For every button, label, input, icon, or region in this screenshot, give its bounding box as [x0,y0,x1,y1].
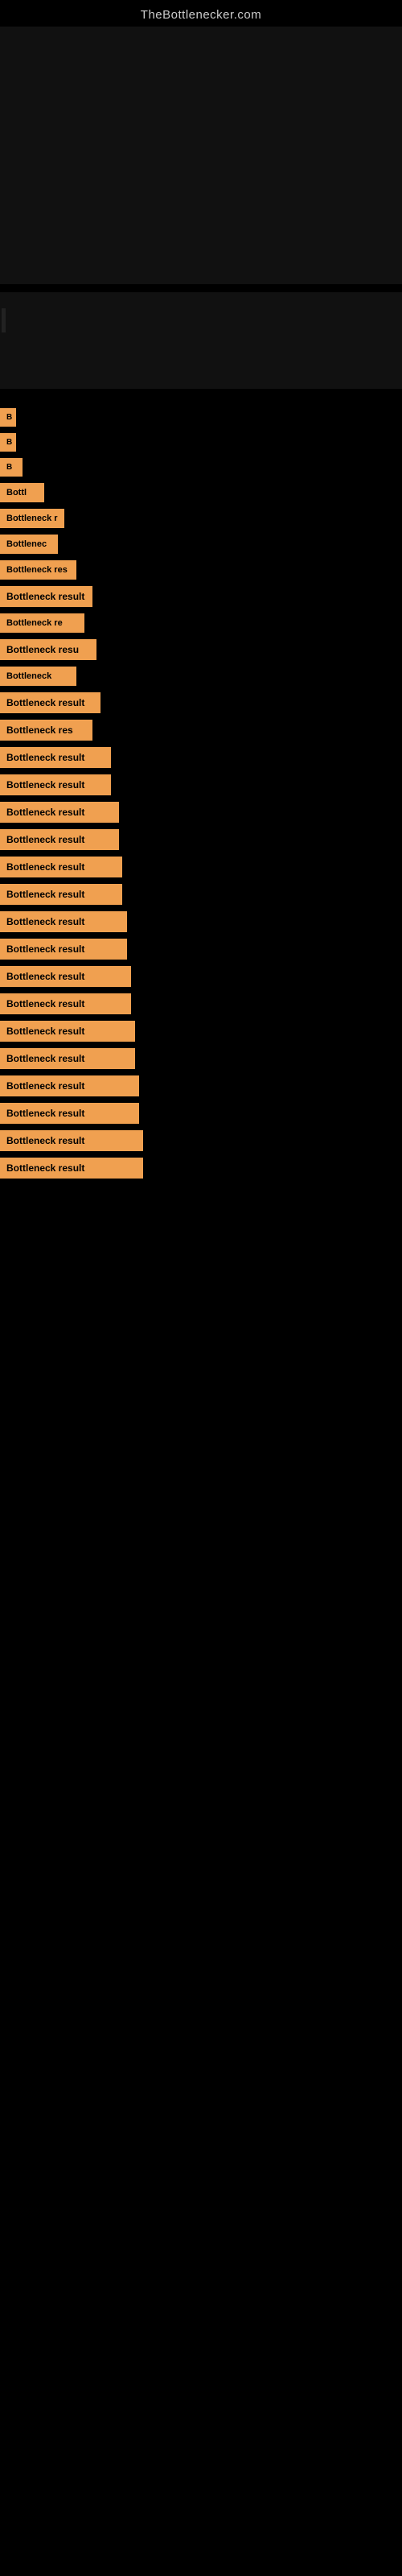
list-item: Bottleneck result [0,583,402,610]
bottleneck-result-label: Bottleneck [0,667,76,686]
bottleneck-result-label: B [0,408,16,427]
indicator-bar [2,308,6,332]
bottleneck-result-label: Bottleneck result [0,802,119,823]
bottleneck-result-label: Bottleneck result [0,1130,143,1151]
list-item: Bottleneck resu [0,636,402,663]
bottleneck-result-label: Bottleneck result [0,692,100,713]
bottleneck-result-label: B [0,433,16,452]
bottleneck-result-label: Bottleneck res [0,560,76,580]
bottleneck-result-label: Bottleneck r [0,509,64,528]
list-item: Bottleneck [0,663,402,689]
bottleneck-result-label: Bottleneck result [0,939,127,960]
list-item: Bottleneck result [0,1154,402,1182]
bottleneck-result-label: B [0,458,23,477]
bottleneck-result-label: Bottl [0,483,44,502]
list-item: Bottleneck res [0,716,402,744]
list-item: Bottleneck result [0,689,402,716]
bottleneck-result-label: Bottlenec [0,535,58,554]
bottleneck-result-label: Bottleneck result [0,774,111,795]
top-chart-area [0,27,402,284]
bottleneck-result-label: Bottleneck result [0,829,119,850]
list-item: Bottleneck result [0,744,402,771]
mid-area [0,292,402,389]
bottleneck-result-label: Bottleneck result [0,911,127,932]
list-item: B [0,405,402,430]
list-item: Bottleneck result [0,826,402,853]
list-item: Bottleneck result [0,1127,402,1154]
list-item: Bottleneck result [0,1100,402,1127]
bottleneck-result-label: Bottleneck result [0,1158,143,1179]
bottleneck-result-label: Bottleneck result [0,966,131,987]
bottleneck-result-label: Bottleneck result [0,586,92,607]
list-item: Bottleneck result [0,935,402,963]
list-item: Bottleneck r [0,506,402,531]
bottleneck-result-label: Bottleneck res [0,720,92,741]
bottleneck-result-label: Bottleneck result [0,884,122,905]
bottleneck-result-label: Bottleneck result [0,1103,139,1124]
list-item: Bottleneck result [0,990,402,1018]
list-item: Bottleneck result [0,799,402,826]
list-item: Bottleneck result [0,1072,402,1100]
list-item: Bottlenec [0,531,402,557]
list-item: B [0,430,402,455]
list-item: Bottleneck result [0,881,402,908]
bottleneck-result-label: Bottleneck re [0,613,84,633]
bottleneck-result-label: Bottleneck result [0,993,131,1014]
bottleneck-result-label: Bottleneck result [0,1075,139,1096]
bottleneck-result-label: Bottleneck result [0,1048,135,1069]
list-item: Bottleneck result [0,1018,402,1045]
bottleneck-result-label: Bottleneck result [0,747,111,768]
list-item: Bottleneck result [0,1045,402,1072]
bottleneck-result-label: Bottleneck result [0,1021,135,1042]
result-list: BBBBottlBottleneck rBottlenecBottleneck … [0,405,402,1182]
list-item: Bottleneck result [0,908,402,935]
bottleneck-result-label: Bottleneck result [0,857,122,877]
list-item: Bottleneck result [0,853,402,881]
list-item: Bottleneck re [0,610,402,636]
list-item: Bottleneck result [0,771,402,799]
bottleneck-result-label: Bottleneck resu [0,639,96,660]
list-item: Bottleneck result [0,963,402,990]
list-item: B [0,455,402,480]
site-title: TheBottlenecker.com [0,0,402,27]
list-item: Bottl [0,480,402,506]
list-item: Bottleneck res [0,557,402,583]
